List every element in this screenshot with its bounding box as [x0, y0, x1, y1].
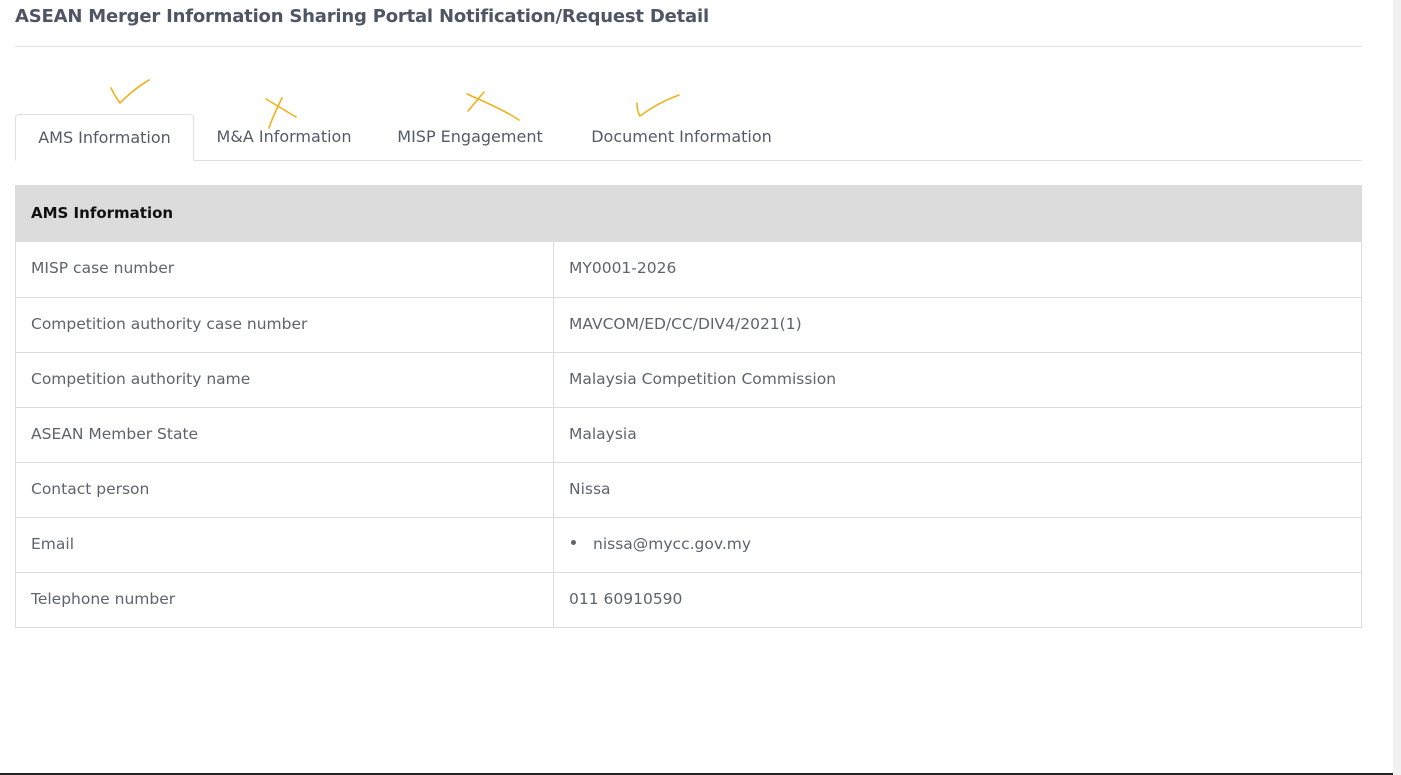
row-label: Email [16, 518, 554, 572]
row-label: Competition authority name [16, 353, 554, 407]
ams-information-table: AMS Information MISP case number MY0001-… [15, 185, 1362, 628]
email-value: nissa@mycc.gov.my [593, 535, 752, 553]
table-row: MISP case number MY0001-2026 [16, 242, 1361, 297]
table-row: Telephone number 011 60910590 [16, 572, 1361, 627]
table-row: Email nissa@mycc.gov.my [16, 517, 1361, 572]
bullet-icon [571, 540, 576, 545]
page: ASEAN Merger Information Sharing Portal … [0, 0, 1393, 773]
page-title: ASEAN Merger Information Sharing Portal … [15, 6, 709, 27]
scrollbar-track[interactable] [1393, 0, 1401, 775]
table-row: Competition authority name Malaysia Comp… [16, 352, 1361, 407]
email-value-cell: nissa@mycc.gov.my [554, 518, 1361, 572]
table-row: Competition authority case number MAVCOM… [16, 297, 1361, 352]
row-label: Contact person [16, 463, 554, 517]
table-row: Contact person Nissa [16, 462, 1361, 517]
tab-document-information[interactable]: Document Information [566, 114, 797, 161]
tab-ma-information[interactable]: M&A Information [194, 114, 374, 161]
ams-information-header: AMS Information [16, 186, 1361, 242]
row-value: Malaysia [569, 425, 637, 443]
tab-misp-engagement[interactable]: MISP Engagement [374, 114, 566, 161]
tab-ams-information[interactable]: AMS Information [15, 114, 194, 161]
check-mark-icon [110, 79, 150, 104]
row-value: Malaysia Competition Commission [569, 370, 837, 388]
check-mark-icon [636, 94, 680, 117]
row-label: ASEAN Member State [16, 408, 554, 462]
row-value: Nissa [569, 480, 611, 498]
row-label: MISP case number [16, 242, 554, 297]
title-divider [15, 46, 1362, 47]
row-label: Competition authority case number [16, 298, 554, 352]
row-value: 011 60910590 [569, 590, 683, 608]
table-row: ASEAN Member State Malaysia [16, 407, 1361, 462]
row-value: MY0001-2026 [569, 259, 677, 277]
tab-bar: AMS Information M&A Information MISP Eng… [15, 114, 1362, 161]
row-label: Telephone number [16, 573, 554, 627]
row-value: MAVCOM/ED/CC/DIV4/2021(1) [569, 315, 802, 333]
